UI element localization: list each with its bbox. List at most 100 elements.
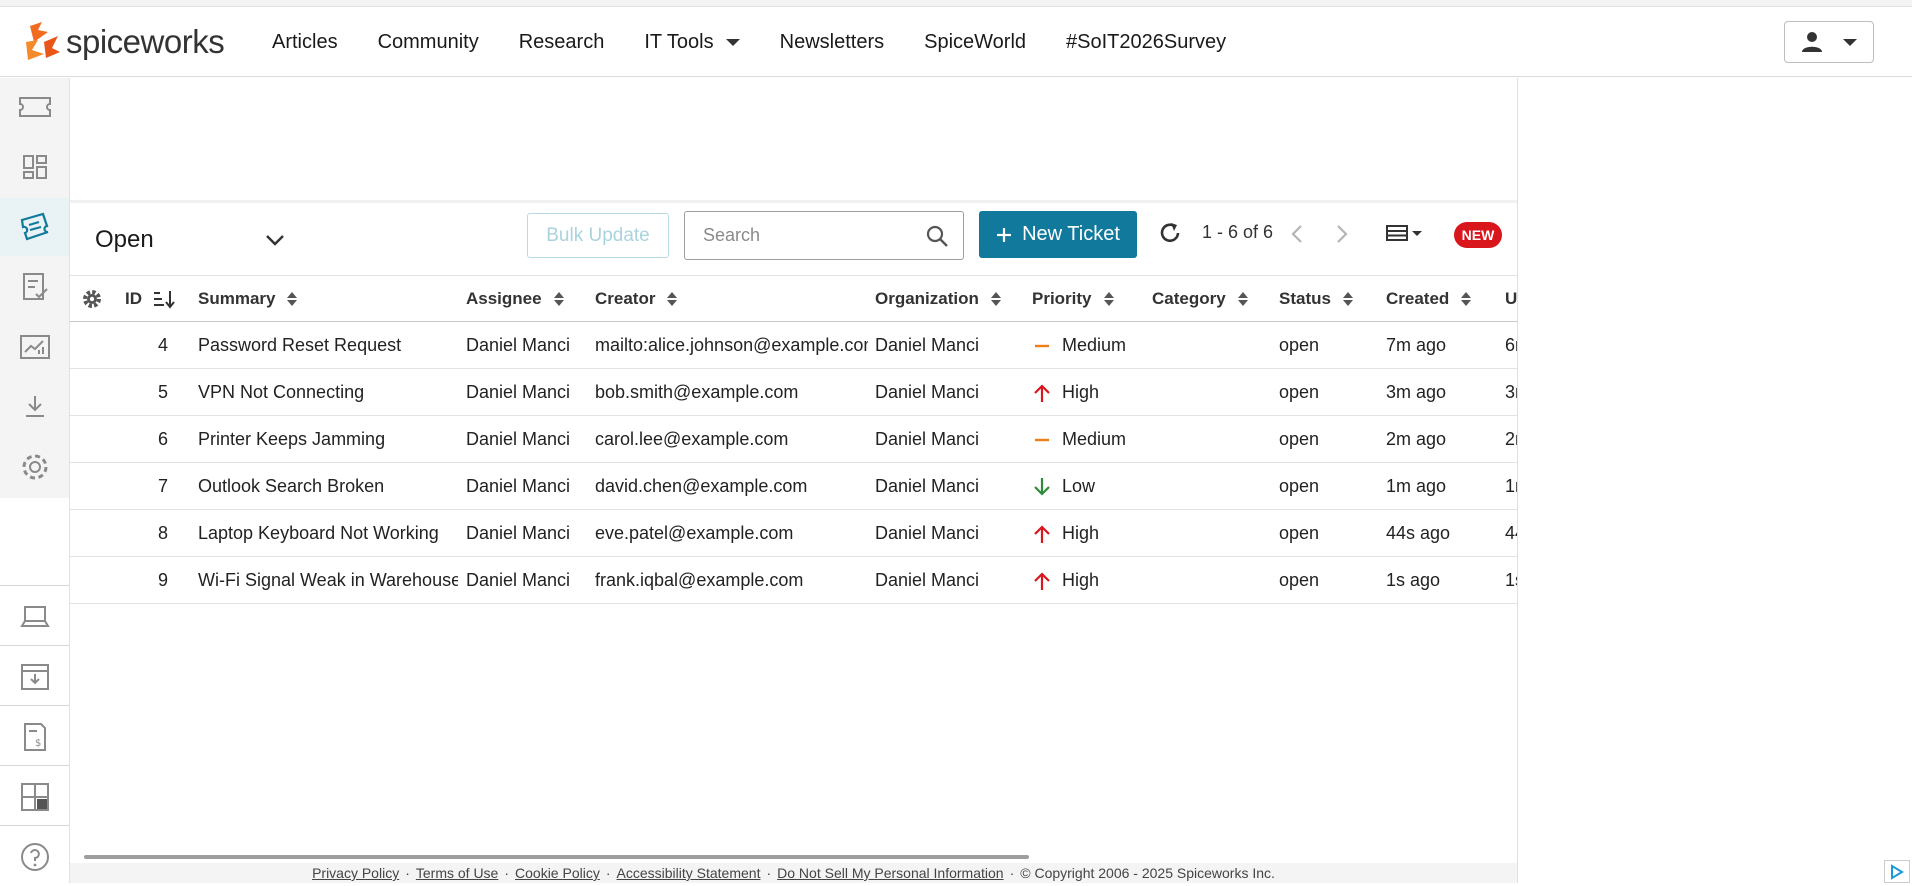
user-menu-button[interactable]	[1784, 21, 1874, 63]
search-input[interactable]	[703, 225, 913, 246]
footer-separator: ·	[766, 865, 772, 881]
cell-created: 1m ago	[1386, 476, 1447, 496]
cell-priority: High	[1032, 510, 1147, 557]
sidebar-item-help-desk[interactable]	[0, 198, 69, 256]
site-header: spiceworks Articles Community Research I…	[0, 7, 1912, 77]
spiceworks-logo[interactable]: spiceworks	[22, 19, 225, 65]
chevron-left-icon[interactable]	[1290, 223, 1304, 245]
sidebar-item-dashboard[interactable]	[0, 138, 69, 196]
privacy-policy-link[interactable]: Privacy Policy	[312, 865, 399, 881]
column-id-label: ID	[125, 289, 142, 308]
chevron-down-icon	[266, 235, 284, 246]
search-field[interactable]	[684, 211, 964, 260]
cell-summary: VPN Not Connecting	[198, 382, 365, 402]
sidebar-item-billing[interactable]: $	[0, 708, 69, 766]
new-badge: NEW	[1454, 222, 1502, 248]
sidebar-item-import[interactable]	[0, 648, 69, 706]
table-row[interactable]: 7 Outlook Search Broken Daniel Manci david.…	[70, 463, 1517, 510]
view-selector[interactable]: Open	[95, 218, 295, 262]
cookie-policy-link[interactable]: Cookie Policy	[515, 865, 600, 881]
refresh-icon[interactable]	[1157, 220, 1183, 246]
page-footer: Privacy Policy · Terms of Use · Cookie Pol…	[70, 863, 1517, 883]
cell-creator: david.chen@example.com	[595, 476, 808, 496]
terms-of-use-link[interactable]: Terms of Use	[416, 865, 498, 881]
table-row[interactable]: 9 Wi-Fi Signal Weak in Warehouse Daniel Ma…	[70, 557, 1517, 604]
cell-priority: Medium	[1032, 416, 1147, 463]
column-creator-label: Creator	[595, 289, 656, 308]
table-row[interactable]: 6 Printer Keeps Jamming Daniel Manci carol.…	[70, 416, 1517, 463]
inventory-icon	[19, 606, 50, 627]
arrow-up-icon	[1032, 571, 1052, 591]
sidebar-item-tickets[interactable]	[0, 78, 69, 136]
checklist-icon	[22, 273, 48, 300]
sidebar-item-help[interactable]	[0, 828, 69, 886]
footer-separator: ·	[504, 865, 510, 881]
nav-newsletters[interactable]: Newsletters	[780, 31, 884, 54]
sidebar-item-reports[interactable]	[0, 318, 69, 376]
cell-creator: mailto:alice.johnson@example.com	[595, 335, 868, 355]
apps-icon	[20, 783, 49, 811]
priority-label: High	[1062, 382, 1100, 402]
sort-icon	[1237, 292, 1248, 306]
cell-status: open	[1279, 476, 1320, 496]
accessibility-statement-link[interactable]: Accessibility Statement	[617, 865, 761, 881]
sort-icon	[1103, 292, 1114, 306]
column-id[interactable]: ID	[125, 276, 176, 322]
column-created[interactable]: Created	[1386, 276, 1472, 322]
nav-it-tools[interactable]: IT Tools	[644, 31, 740, 54]
sidebar-item-inventory[interactable]	[0, 588, 69, 646]
sidebar-item-apps[interactable]	[0, 768, 69, 826]
column-organization[interactable]: Organization	[875, 276, 1001, 322]
cell-assignee: Daniel Manci	[466, 523, 571, 543]
sidebar-item-tasks[interactable]	[0, 258, 69, 316]
cell-summary: Wi-Fi Signal Weak in Warehouse	[198, 570, 458, 590]
cell-category	[1152, 557, 1272, 604]
cell-status: open	[1279, 429, 1320, 449]
column-status[interactable]: Status	[1279, 276, 1353, 322]
new-ticket-button[interactable]: New Ticket	[979, 211, 1137, 258]
search-icon[interactable]	[925, 224, 949, 248]
column-options-button[interactable]	[1386, 224, 1422, 242]
billing-icon: $	[23, 723, 46, 751]
cell-organization: Daniel Manci	[875, 382, 980, 402]
tickets-icon	[18, 97, 51, 117]
priority-label: Medium	[1062, 429, 1127, 449]
nav-articles[interactable]: Articles	[272, 31, 338, 54]
bulk-update-button[interactable]: Bulk Update	[527, 213, 669, 258]
column-updated[interactable]: U	[1505, 276, 1517, 322]
table-row[interactable]: 8 Laptop Keyboard Not Working Daniel Manci…	[70, 510, 1517, 557]
column-summary[interactable]: Summary	[198, 276, 298, 322]
nav-survey[interactable]: #SoIT2026Survey	[1066, 31, 1226, 54]
column-category[interactable]: Category	[1152, 276, 1248, 322]
column-priority[interactable]: Priority	[1032, 276, 1114, 322]
cell-summary: Printer Keeps Jamming	[198, 429, 386, 449]
do-not-sell-link[interactable]: Do Not Sell My Personal Information	[777, 865, 1003, 881]
column-updated-label: U	[1505, 289, 1517, 308]
sidebar-item-settings[interactable]	[0, 438, 69, 496]
nav-community[interactable]: Community	[378, 31, 479, 54]
ad-choices-icon[interactable]	[1884, 860, 1910, 883]
table-row[interactable]: 5 VPN Not Connecting Daniel Manci bob.smith…	[70, 369, 1517, 416]
sort-icon	[553, 292, 564, 306]
sidebar-divider	[0, 825, 69, 826]
nav-research[interactable]: Research	[519, 31, 605, 54]
caret-down-icon	[1412, 230, 1422, 236]
chevron-right-icon[interactable]	[1335, 223, 1349, 245]
table-settings-button[interactable]	[82, 276, 102, 322]
cell-status: open	[1279, 523, 1320, 543]
priority-label: High	[1062, 570, 1100, 590]
cell-status: open	[1279, 382, 1320, 402]
table-row[interactable]: 4 Password Reset Request Daniel Manci mailt…	[70, 322, 1517, 369]
reports-icon	[19, 335, 50, 359]
app-sidebar: $	[0, 78, 70, 883]
nav-spiceworld[interactable]: SpiceWorld	[924, 31, 1026, 54]
column-assignee[interactable]: Assignee	[466, 276, 564, 322]
cell-category	[1152, 463, 1272, 510]
sidebar-item-downloads[interactable]	[0, 378, 69, 436]
horizontal-scrollbar[interactable]	[84, 855, 1029, 859]
person-icon	[1802, 32, 1822, 52]
sort-icon	[1342, 292, 1353, 306]
column-creator[interactable]: Creator	[595, 276, 678, 322]
cell-created: 2m ago	[1386, 429, 1447, 449]
cell-category	[1152, 322, 1272, 369]
